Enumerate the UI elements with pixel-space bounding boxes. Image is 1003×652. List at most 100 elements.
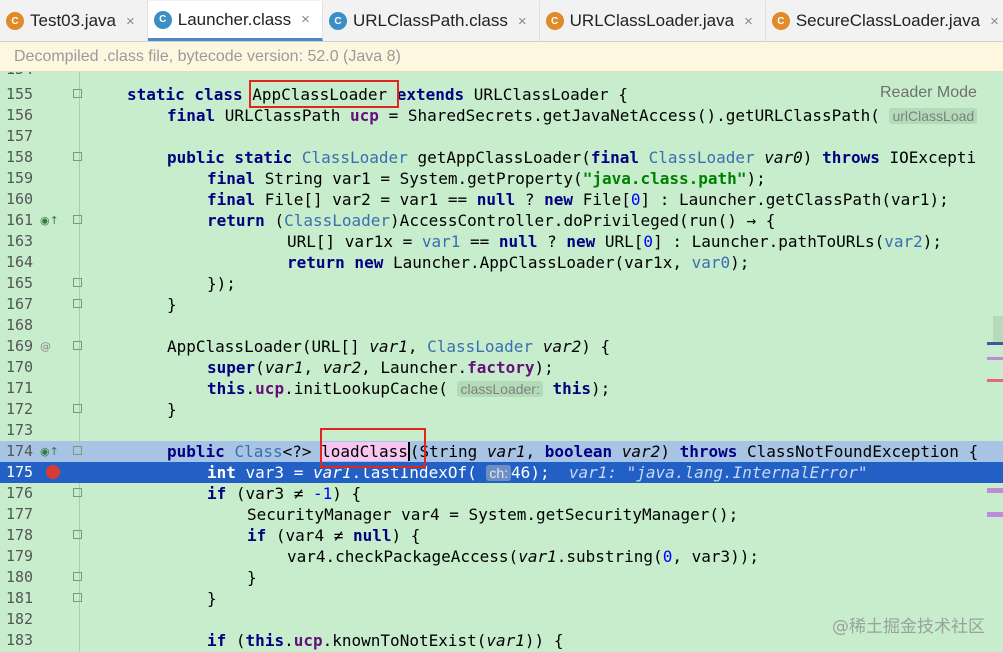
inline-debug-value: var1: "java.lang.InternalError" (568, 463, 868, 482)
code-line-180: 180 } (6, 568, 257, 587)
fold-marker-icon[interactable] (73, 593, 82, 602)
code-line-156: 156 final URLClassPath ucp = SharedSecre… (0, 105, 1003, 126)
decompiled-info-banner: Decompiled .class file, bytecode version… (0, 42, 1003, 72)
line-number: 182 (6, 610, 34, 628)
tab-label: SecureClassLoader.java (795, 11, 981, 30)
close-icon[interactable]: × (126, 13, 135, 30)
line-number: 180 (6, 568, 34, 586)
code-editor[interactable]: 154 155 static class AppClassLoader exte… (0, 72, 1003, 652)
fold-marker-icon[interactable] (73, 530, 82, 539)
code-line-168: 168 (0, 315, 1003, 336)
line-number: 183 (6, 631, 34, 649)
line-number: 171 (6, 379, 34, 397)
annotation-at-icon: @ (40, 340, 51, 353)
close-icon[interactable]: × (301, 11, 310, 28)
fold-marker-icon[interactable] (73, 215, 82, 224)
highlight-box-loadclass (320, 428, 426, 468)
line-number: 181 (6, 589, 34, 607)
code-line-176: 176 if (var3 ≠ -1) { (6, 484, 362, 503)
code-line-179: 179 var4.checkPackageAccess(var1.substri… (6, 547, 760, 566)
line-number: 161 (6, 211, 34, 229)
parameter-hint: ch: (486, 465, 512, 481)
line-number: 156 (6, 106, 34, 124)
tab-label: Launcher.class (177, 9, 292, 29)
fold-marker-icon[interactable] (73, 299, 82, 308)
line-number: 159 (6, 169, 34, 187)
java-class-icon: C (545, 12, 564, 30)
line-number: 176 (6, 484, 34, 502)
code-line: 154 (0, 72, 1003, 80)
tab-secureclassloader-java[interactable]: C SecureClassLoader.java × (766, 1, 1003, 41)
code-line-161: 161 ◉↑ return (ClassLoader)AccessControl… (6, 211, 776, 230)
scrollbar-marker (987, 488, 1003, 493)
class-file-icon: C (328, 12, 347, 30)
line-number: 179 (6, 547, 34, 565)
breakpoint-icon[interactable] (46, 465, 60, 479)
fold-marker-icon[interactable] (73, 488, 82, 497)
java-class-icon: C (6, 12, 24, 30)
scrollbar-thumb[interactable] (993, 316, 1003, 342)
code-line-155: 155 static class AppClassLoader extends … (6, 85, 628, 104)
tab-urlclassloader-java[interactable]: C URLClassLoader.java × (540, 1, 766, 41)
code-line-160: 160 final File[] var2 = var1 == null ? n… (6, 190, 949, 209)
reader-mode-button[interactable]: Reader Mode (880, 84, 977, 102)
code-line-163: 163 URL[] var1x = var1 == null ? new URL… (6, 232, 943, 251)
line-number: 168 (6, 316, 34, 334)
line-number: 165 (6, 274, 34, 292)
fold-marker-icon[interactable] (73, 404, 82, 413)
code-line-164: 164 return new Launcher.AppClassLoader(v… (6, 253, 750, 272)
code-line-172: 172 } (6, 400, 177, 419)
line-number: 170 (6, 358, 34, 376)
editor-tab-bar: C Test03.java × C Launcher.class × C URL… (0, 0, 1003, 42)
overrides-method-icon[interactable]: ◉↑ (40, 444, 64, 459)
code-line-181: 181 } (6, 589, 217, 608)
code-line-169: 169 @ AppClassLoader(URL[] var1, ClassLo… (6, 337, 611, 356)
fold-marker-icon[interactable] (73, 152, 82, 161)
scrollbar-marker (987, 379, 1003, 382)
line-number: 177 (6, 505, 34, 523)
code-line-175: 175 int var3 = var1.lastIndexOf( ch: 46);… (0, 462, 1003, 483)
tab-label: URLClassPath.class (352, 11, 508, 30)
tab-urlclasspath-class[interactable]: C URLClassPath.class × (323, 1, 540, 41)
line-number: 174 (6, 442, 34, 460)
fold-marker-icon[interactable] (73, 572, 82, 581)
line-number: 164 (6, 253, 34, 271)
code-line-170: 170 super(var1, var2, Launcher.factory); (6, 358, 554, 377)
tab-label: URLClassLoader.java (569, 11, 735, 30)
code-line-158: 158 public static ClassLoader getAppClas… (6, 148, 977, 167)
line-number: 155 (6, 85, 34, 103)
line-number: 175 (6, 463, 34, 481)
line-number: 163 (6, 232, 34, 250)
scrollbar-marker (987, 357, 1003, 360)
code-line-178: 178 if (var4 ≠ null) { (6, 526, 421, 545)
watermark: @稀土掘金技术社区 (832, 617, 985, 637)
java-class-icon: C (771, 12, 790, 30)
highlight-box-appclassloader (249, 80, 399, 108)
close-icon[interactable]: × (990, 13, 999, 30)
line-number: 158 (6, 148, 34, 166)
line-number: 173 (6, 421, 34, 439)
fold-marker-icon[interactable] (73, 278, 82, 287)
tab-launcher-class[interactable]: C Launcher.class × (147, 1, 323, 41)
code-line-177: 177 SecurityManager var4 = System.getSec… (6, 505, 739, 524)
scrollbar-marker (987, 342, 1003, 345)
class-file-icon: C (153, 10, 172, 29)
fold-marker-icon[interactable] (73, 89, 82, 98)
implements-method-icon[interactable]: ◉↑ (40, 213, 64, 228)
close-icon[interactable]: × (518, 13, 527, 30)
parameter-hint: urlClassLoad (889, 108, 978, 124)
scrollbar-marker (987, 512, 1003, 517)
tab-label: Test03.java (30, 11, 116, 30)
code-line-165: 165 }); (6, 274, 236, 293)
code-line-167: 167 } (6, 295, 177, 314)
parameter-hint: classLoader: (457, 381, 543, 397)
code-line-174: 174 ◉↑ public Class<?> loadClass (String … (0, 441, 1003, 462)
code-line-173: 173 (0, 420, 1003, 441)
fold-marker-icon[interactable] (73, 446, 82, 455)
code-line-171: 171 this.ucp.initLookupCache( classLoade… (6, 379, 611, 398)
fold-marker-icon[interactable] (73, 341, 82, 350)
tab-test03-java[interactable]: C Test03.java × (0, 1, 148, 41)
line-number: 167 (6, 295, 34, 313)
line-number: 160 (6, 190, 34, 208)
close-icon[interactable]: × (744, 13, 753, 30)
